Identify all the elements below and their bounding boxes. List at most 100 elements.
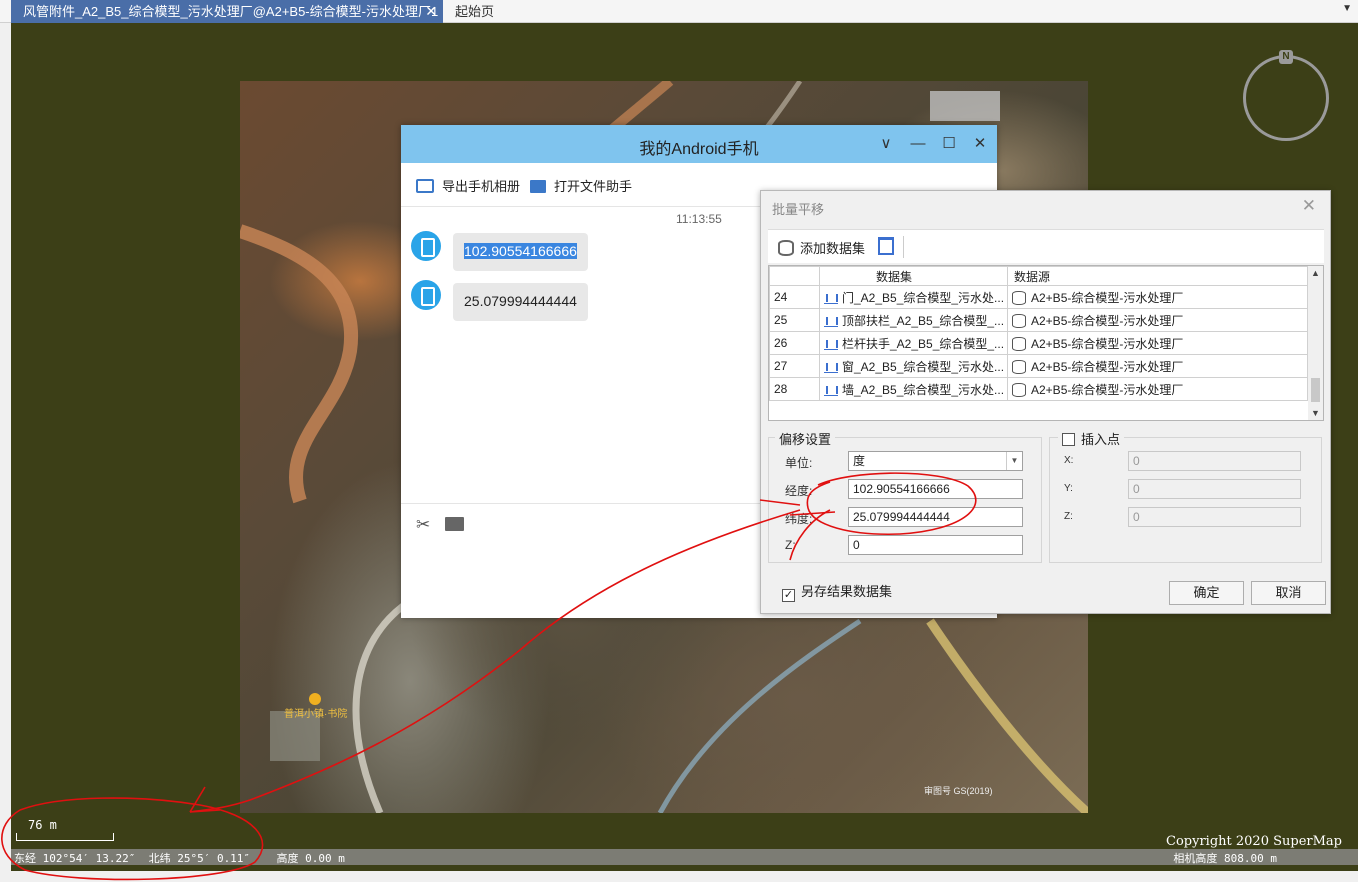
folder-icon[interactable] bbox=[445, 517, 464, 531]
chevron-down-icon[interactable]: ▼ bbox=[1006, 452, 1022, 470]
open-file-helper-button[interactable]: 打开文件助手 bbox=[530, 176, 632, 195]
column-header[interactable]: 数据源 bbox=[1007, 266, 1308, 286]
dataset-name: 墙_A2_B5_综合模型_污水处... bbox=[842, 382, 1005, 397]
phone-avatar-icon bbox=[411, 280, 441, 310]
scrollbar-thumb[interactable] bbox=[1311, 378, 1320, 402]
maximize-button[interactable]: ☐ bbox=[938, 133, 960, 155]
tab-start-page[interactable]: 起始页 bbox=[443, 0, 494, 23]
column-header[interactable]: 数据集 bbox=[819, 266, 1008, 286]
datasource-name: A2+B5-综合模型-污水处理厂 bbox=[1031, 359, 1184, 374]
dataset-cell[interactable]: 窗_A2_B5_综合模型_污水处... bbox=[819, 354, 1008, 378]
imagery-credit: 审图号 GS(2019) bbox=[924, 786, 993, 796]
cursor-coordinates: 东经 102°54′ 13.22″ 北纬 25°5′ 0.11″ 高度 0.00… bbox=[14, 852, 345, 865]
insert-point-toggle[interactable]: 插入点 bbox=[1058, 429, 1125, 448]
divider bbox=[903, 236, 904, 258]
ok-button[interactable]: 确定 bbox=[1169, 581, 1244, 605]
y-field: 0 bbox=[1128, 479, 1301, 499]
chat-message[interactable]: 25.079994444444 bbox=[453, 283, 588, 321]
message-text[interactable]: 102.90554166666 bbox=[464, 243, 577, 259]
close-icon[interactable]: ✕ bbox=[1302, 196, 1316, 216]
datasource-name: A2+B5-综合模型-污水处理厂 bbox=[1031, 313, 1184, 328]
longitude-field[interactable]: 102.90554166666 bbox=[848, 479, 1023, 499]
tab-label: 风管附件_A2_B5_综合模型_污水处理厂@A2+B5-综合模型-污水处理厂1 bbox=[23, 4, 439, 19]
copyright-text: Copyright 2020 SuperMap bbox=[1166, 834, 1342, 849]
open-file-helper-label: 打开文件助手 bbox=[554, 179, 633, 194]
poi-label: 普洱小镇·书院 bbox=[284, 709, 348, 720]
chat-message[interactable]: 102.90554166666 bbox=[453, 233, 588, 271]
x-field: 0 bbox=[1128, 451, 1301, 471]
datasource-cell[interactable]: A2+B5-综合模型-污水处理厂 bbox=[1007, 308, 1308, 332]
x-label: X: bbox=[1064, 455, 1074, 466]
dataset-cell[interactable]: 门_A2_B5_综合模型_污水处... bbox=[819, 285, 1008, 309]
dataset-name: 栏杆扶手_A2_B5_综合模型_... bbox=[842, 336, 1005, 351]
datasource-cell[interactable]: A2+B5-综合模型-污水处理厂 bbox=[1007, 285, 1308, 309]
z-offset-label: Z: bbox=[785, 538, 796, 552]
close-icon[interactable]: ✕ bbox=[425, 0, 437, 23]
dialog-title: 批量平移 bbox=[772, 202, 825, 217]
y-label: Y: bbox=[1064, 483, 1073, 494]
table-header-row: 数据集 数据源 bbox=[769, 266, 1308, 286]
datasource-icon bbox=[1012, 382, 1026, 397]
row-number: 28 bbox=[769, 377, 820, 401]
column-header[interactable] bbox=[769, 266, 820, 286]
z-field: 0 bbox=[1128, 507, 1301, 527]
chat-timestamp: 11:13:55 bbox=[676, 212, 722, 226]
chevron-up-icon[interactable]: ▲ bbox=[1311, 268, 1320, 278]
image-export-icon bbox=[416, 179, 434, 193]
unit-value: 度 bbox=[853, 454, 866, 468]
cancel-button[interactable]: 取消 bbox=[1251, 581, 1326, 605]
datasource-cell[interactable]: A2+B5-综合模型-污水处理厂 bbox=[1007, 354, 1308, 378]
row-number: 26 bbox=[769, 331, 820, 355]
scissors-icon[interactable]: ✂ bbox=[416, 515, 430, 535]
batch-move-dialog: 批量平移 ✕ 添加数据集 数据集 数据源 24 门_A2_B5_综合模型_污水处… bbox=[760, 190, 1331, 614]
minimize-button[interactable]: — bbox=[907, 133, 929, 155]
compass-control[interactable]: N bbox=[1243, 50, 1329, 141]
datasource-icon bbox=[1012, 313, 1026, 328]
close-button[interactable]: ✕ bbox=[969, 133, 991, 155]
dataset-name: 窗_A2_B5_综合模型_污水处... bbox=[842, 359, 1005, 374]
row-number: 24 bbox=[769, 285, 820, 309]
save-result-toggle[interactable]: ✓ 另存结果数据集 bbox=[782, 581, 892, 602]
model-dataset-icon bbox=[824, 338, 838, 350]
datasource-name: A2+B5-综合模型-污水处理厂 bbox=[1031, 336, 1184, 351]
unit-label: 单位: bbox=[785, 456, 813, 470]
table-row[interactable]: 24 门_A2_B5_综合模型_污水处... A2+B5-综合模型-污水处理厂 bbox=[769, 285, 1308, 309]
latitude-field[interactable]: 25.079994444444 bbox=[848, 507, 1023, 527]
dialog-toolbar: 添加数据集 bbox=[768, 229, 1324, 263]
chevron-down-icon[interactable]: ∨ bbox=[875, 133, 897, 155]
trash-icon[interactable] bbox=[878, 237, 894, 255]
z-offset-field[interactable]: 0 bbox=[848, 535, 1023, 555]
dataset-cell[interactable]: 顶部扶栏_A2_B5_综合模型_... bbox=[819, 308, 1008, 332]
database-add-icon bbox=[778, 240, 794, 256]
add-dataset-label: 添加数据集 bbox=[800, 241, 866, 256]
table-row[interactable]: 28 墙_A2_B5_综合模型_污水处... A2+B5-综合模型-污水处理厂 bbox=[769, 377, 1308, 401]
insert-point-label: 插入点 bbox=[1081, 432, 1121, 447]
folder-icon bbox=[530, 180, 546, 193]
group-title: 偏移设置 bbox=[775, 429, 836, 448]
phone-window-titlebar[interactable]: 我的Android手机 ∨ — ☐ ✕ bbox=[401, 125, 997, 163]
dataset-name: 门_A2_B5_综合模型_污水处... bbox=[842, 290, 1005, 305]
chevron-down-icon[interactable]: ▼ bbox=[1311, 408, 1320, 418]
dataset-name: 顶部扶栏_A2_B5_综合模型_... bbox=[842, 313, 1005, 328]
table-row[interactable]: 25 顶部扶栏_A2_B5_综合模型_... A2+B5-综合模型-污水处理厂 bbox=[769, 308, 1308, 332]
vertical-scrollbar[interactable]: ▲ ▼ bbox=[1308, 266, 1323, 420]
latitude-label: 纬度: bbox=[785, 512, 813, 526]
chevron-down-icon[interactable]: ▼ bbox=[1342, 3, 1352, 14]
dataset-cell[interactable]: 墙_A2_B5_综合模型_污水处... bbox=[819, 377, 1008, 401]
datasource-cell[interactable]: A2+B5-综合模型-污水处理厂 bbox=[1007, 377, 1308, 401]
message-text[interactable]: 25.079994444444 bbox=[464, 293, 577, 309]
insert-point-checkbox[interactable] bbox=[1062, 433, 1075, 446]
datasource-icon bbox=[1012, 336, 1026, 351]
export-album-button[interactable]: 导出手机相册 bbox=[416, 176, 520, 195]
table-row[interactable]: 26 栏杆扶手_A2_B5_综合模型_... A2+B5-综合模型-污水处理厂 bbox=[769, 331, 1308, 355]
model-dataset-icon bbox=[824, 384, 838, 396]
datasource-cell[interactable]: A2+B5-综合模型-污水处理厂 bbox=[1007, 331, 1308, 355]
tab-wind-pipe-scene[interactable]: 风管附件_A2_B5_综合模型_污水处理厂@A2+B5-综合模型-污水处理厂1 … bbox=[11, 0, 443, 23]
unit-dropdown[interactable]: 度 ▼ bbox=[848, 451, 1023, 471]
add-dataset-button[interactable]: 添加数据集 bbox=[778, 238, 865, 257]
table-row[interactable]: 27 窗_A2_B5_综合模型_污水处... A2+B5-综合模型-污水处理厂 bbox=[769, 354, 1308, 378]
insert-point-group: 插入点 X: 0 Y: 0 Z: 0 bbox=[1049, 429, 1322, 563]
document-tab-bar: 风管附件_A2_B5_综合模型_污水处理厂@A2+B5-综合模型-污水处理厂1 … bbox=[0, 0, 1358, 23]
save-result-checkbox[interactable]: ✓ bbox=[782, 589, 795, 602]
dataset-cell[interactable]: 栏杆扶手_A2_B5_综合模型_... bbox=[819, 331, 1008, 355]
